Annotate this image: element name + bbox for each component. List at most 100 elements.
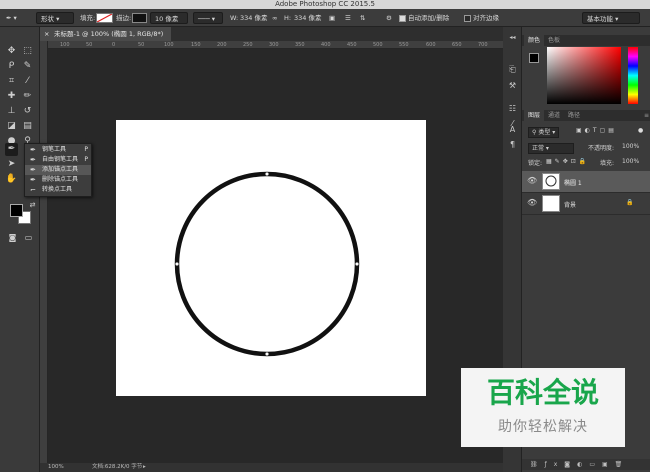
lasso-tool-icon[interactable]: ᑭ bbox=[5, 60, 18, 73]
panel-menu-icon[interactable]: ≡ bbox=[640, 110, 650, 121]
close-icon[interactable]: × bbox=[44, 27, 49, 41]
flyout-item-pen[interactable]: ✒ 钢笔工具 P bbox=[25, 145, 91, 155]
ruler-number: 700 bbox=[478, 42, 488, 48]
quick-select-tool-icon[interactable]: ✎ bbox=[21, 60, 34, 73]
blend-row: 正常 ▾ 不透明度: 100% bbox=[522, 143, 650, 154]
align-edges-label: 对齐边缘 bbox=[473, 14, 499, 22]
history-brush-icon[interactable]: ↺ bbox=[21, 105, 34, 118]
stroke-type-select[interactable]: ─── ▾ bbox=[193, 12, 223, 24]
path-align-icon[interactable]: ☰ bbox=[345, 12, 351, 24]
gradient-tool-icon[interactable]: ▤ bbox=[21, 120, 34, 133]
tab-channels[interactable]: 通道 bbox=[544, 110, 564, 121]
anchor-point[interactable] bbox=[264, 351, 270, 357]
foreground-color-swatch[interactable] bbox=[10, 204, 23, 217]
workspace-select[interactable]: 基本功能 ▾ bbox=[582, 12, 640, 24]
pen-preset-picker[interactable]: ✒ ▾ bbox=[6, 12, 17, 24]
fill-label: 填充: bbox=[600, 160, 615, 167]
hand-tool-icon[interactable]: ✋ bbox=[5, 173, 18, 186]
tab-color[interactable]: 颜色 bbox=[524, 35, 545, 46]
anchor-point[interactable] bbox=[354, 261, 360, 267]
status-bar: 100% 文档:628.2K/0 字节 ▸ bbox=[40, 463, 518, 472]
screen-mode-icon[interactable]: ▭ bbox=[22, 231, 35, 244]
options-bar: ✒ ▾ 形状 ▾ 填充: 描边: 10 像素 ─── ▾ W: 334 像素 ∞… bbox=[0, 9, 650, 27]
layer-filter-icons[interactable]: ▣◐T▢▤ bbox=[576, 127, 617, 134]
brush-tool-icon[interactable]: ✏ bbox=[21, 90, 34, 103]
color-picker-field[interactable] bbox=[547, 47, 621, 104]
layer-filter-select[interactable]: ⚲ 类型 ▾ bbox=[528, 127, 560, 138]
tab-layers[interactable]: 图层 bbox=[524, 110, 545, 121]
height-label: H: bbox=[284, 14, 292, 22]
flyout-item-convert-point[interactable]: ⌐ 转换点工具 bbox=[25, 185, 91, 195]
history-panel-icon[interactable]: ⎗ bbox=[506, 63, 519, 76]
vertical-ruler bbox=[40, 41, 48, 463]
path-select-tool-icon[interactable]: ➤ bbox=[5, 158, 18, 171]
filter-toggle-icon[interactable]: ● bbox=[638, 127, 643, 134]
ruler-number: 650 bbox=[452, 42, 462, 48]
watermark-brand: 百科全说 bbox=[486, 376, 599, 409]
height-value[interactable]: 334 像素 bbox=[294, 12, 321, 24]
workspace-value: 基本功能 bbox=[587, 15, 613, 23]
flyout-item-add-anchor[interactable]: ✒ 添加锚点工具 bbox=[25, 165, 91, 175]
ruler-number: 600 bbox=[426, 42, 436, 48]
panel-foreground-swatch[interactable] bbox=[529, 53, 539, 63]
zoom-level[interactable]: 100% bbox=[48, 463, 64, 472]
collapse-icon[interactable]: ◂◂ bbox=[506, 31, 519, 44]
visibility-eye-icon[interactable]: 👁 bbox=[527, 198, 537, 207]
pen-icon: ✒ bbox=[30, 146, 36, 154]
ruler-number: 250 bbox=[243, 42, 253, 48]
gear-icon[interactable]: ⚙ bbox=[386, 12, 392, 24]
document-tab[interactable]: × 未标题-1 @ 100% (椭圆 1, RGB/8*) bbox=[40, 27, 172, 41]
pen-tool-icon[interactable]: ✒ bbox=[5, 143, 18, 156]
width-value[interactable]: 334 像素 bbox=[240, 12, 267, 24]
anchor-point[interactable] bbox=[174, 261, 180, 267]
marquee-tool-icon[interactable]: ⬚ bbox=[21, 45, 34, 58]
path-ops-icon[interactable]: ▣ bbox=[329, 12, 335, 24]
document-info: 文档:628.2K/0 字节 bbox=[92, 464, 143, 470]
link-dimensions-icon[interactable]: ∞ bbox=[272, 12, 277, 24]
layer-row-background[interactable]: 👁 背景 🔒 bbox=[522, 193, 650, 215]
eyedropper-tool-icon[interactable]: ⁄ bbox=[21, 75, 34, 88]
stroke-swatch[interactable] bbox=[132, 13, 147, 23]
convert-point-icon: ⌐ bbox=[30, 186, 36, 194]
properties-panel-icon[interactable]: ☷ bbox=[506, 102, 519, 115]
crop-tool-icon[interactable]: ⌗ bbox=[5, 75, 18, 88]
status-menu-arrow-icon[interactable]: ▸ bbox=[143, 463, 146, 472]
swap-colors-icon[interactable]: ⇄ bbox=[26, 199, 39, 212]
auto-add-delete-checkbox[interactable]: 自动添加/删除 bbox=[399, 12, 449, 24]
tool-mode-select[interactable]: 形状 ▾ bbox=[36, 12, 74, 24]
flyout-item-delete-anchor[interactable]: ✒ 删除锚点工具 bbox=[25, 175, 91, 185]
align-edges-checkbox[interactable]: 对齐边缘 bbox=[464, 12, 499, 24]
blend-mode-select[interactable]: 正常 ▾ bbox=[528, 143, 574, 154]
hue-slider[interactable] bbox=[628, 47, 638, 104]
pen-tool-flyout: ✒ 钢笔工具 P ✒ 自由钢笔工具 P ✒ 添加锚点工具 ✒ 删除锚点工具 ⌐ … bbox=[24, 143, 92, 197]
background-layer-thumbnail bbox=[542, 195, 560, 212]
path-arrange-icon[interactable]: ⇅ bbox=[360, 12, 365, 24]
fill-swatch[interactable] bbox=[96, 13, 113, 23]
visibility-eye-icon[interactable]: 👁 bbox=[527, 176, 537, 185]
healing-brush-icon[interactable]: ✚ bbox=[5, 90, 18, 103]
document-canvas[interactable] bbox=[116, 120, 426, 396]
fill-label: 填充: bbox=[80, 14, 96, 22]
layer-row-ellipse[interactable]: 👁 椭圆 1 bbox=[522, 171, 650, 193]
character-panel-icon[interactable]: A bbox=[506, 123, 519, 136]
adjustments-panel-icon[interactable]: ⚒ bbox=[506, 79, 519, 92]
no-fill-icon bbox=[96, 13, 113, 23]
ellipse-path[interactable] bbox=[174, 171, 360, 357]
opacity-value[interactable]: 100% bbox=[622, 143, 639, 150]
paragraph-panel-icon[interactable]: ¶ bbox=[506, 138, 519, 151]
clone-stamp-icon[interactable]: ⊥ bbox=[5, 105, 18, 118]
layer-filter-value: 类型 bbox=[538, 129, 551, 136]
flyout-item-label: 钢笔工具 bbox=[42, 146, 67, 153]
ellipse-shape[interactable] bbox=[116, 120, 426, 396]
flyout-item-freeform-pen[interactable]: ✒ 自由钢笔工具 P bbox=[25, 155, 91, 165]
layers-bottom-bar[interactable]: ⛓ƒx◙◐▭▣🗑 bbox=[522, 459, 650, 470]
anchor-point[interactable] bbox=[264, 171, 270, 177]
tab-paths[interactable]: 路径 bbox=[564, 110, 584, 121]
fill-value[interactable]: 100% bbox=[622, 158, 639, 165]
move-tool-icon[interactable]: ✥ bbox=[5, 45, 18, 58]
tab-swatches[interactable]: 色板 bbox=[544, 35, 564, 46]
lock-icons[interactable]: ▦✎✥⊡🔒 bbox=[546, 158, 589, 165]
eraser-tool-icon[interactable]: ◪ bbox=[5, 120, 18, 133]
stroke-width-field[interactable]: 10 像素 bbox=[150, 12, 188, 24]
quick-mask-icon[interactable]: ◙ bbox=[6, 231, 19, 244]
